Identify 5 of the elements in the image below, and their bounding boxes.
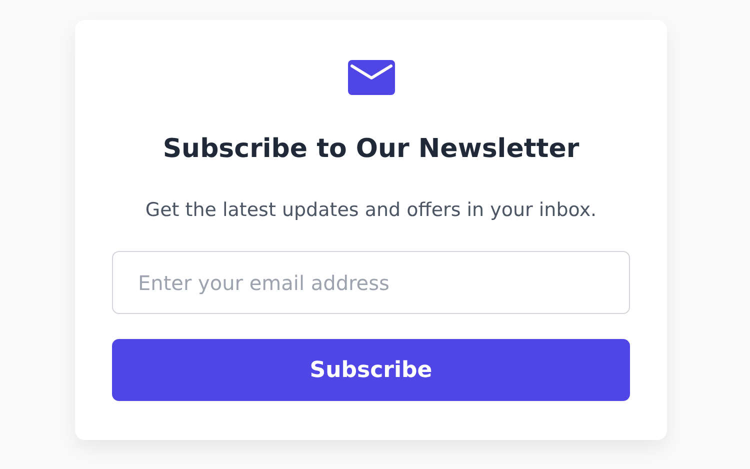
email-field[interactable]: Enter your email address	[112, 251, 630, 314]
newsletter-subtitle: Get the latest updates and offers in your inbox.	[145, 198, 597, 223]
envelope-icon	[348, 60, 394, 95]
subscribe-button[interactable]: Subscribe	[112, 339, 630, 401]
newsletter-title: Subscribe to Our Newsletter	[162, 133, 580, 166]
